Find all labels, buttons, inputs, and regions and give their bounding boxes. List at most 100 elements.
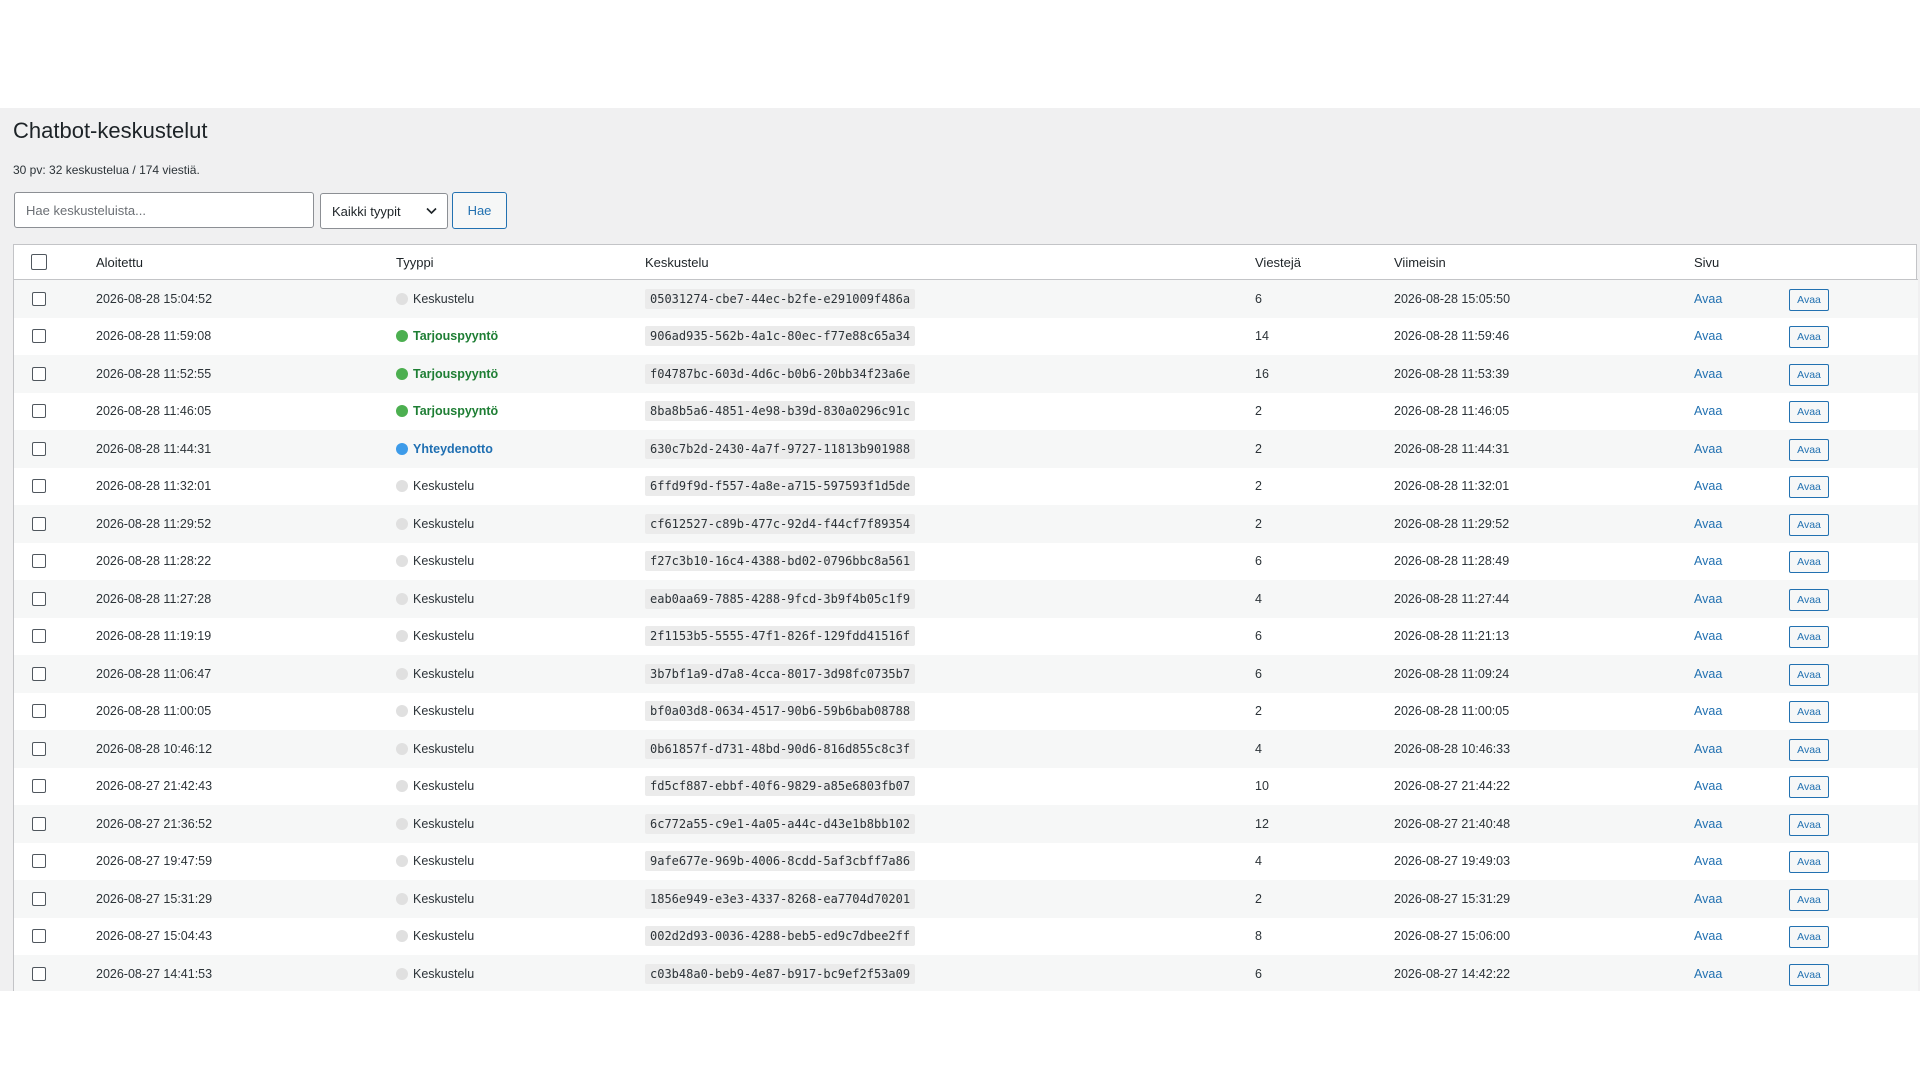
message-count-cell: 6 <box>1255 655 1394 693</box>
page-open-link[interactable]: Avaa <box>1694 592 1722 606</box>
page-open-link[interactable]: Avaa <box>1694 779 1722 793</box>
row-checkbox[interactable] <box>32 891 46 906</box>
message-count-cell: 2 <box>1255 392 1394 430</box>
open-conversation-button[interactable]: Avaa <box>1789 663 1829 686</box>
message-count-cell: 6 <box>1255 542 1394 580</box>
conversation-id: 906ad935-562b-4a1c-80ec-f77e88c65a34 <box>645 326 916 347</box>
open-conversation-button[interactable]: Avaa <box>1789 626 1829 649</box>
table-row: 2026-08-28 11:46:05 Tarjouspyyntö 8ba8b5a6… <box>14 392 1918 430</box>
row-checkbox[interactable] <box>32 366 46 381</box>
open-conversation-button[interactable]: Avaa <box>1789 888 1829 911</box>
table-row: 2026-08-28 11:06:47 Keskustelu 3b7bf1a9-d7… <box>14 655 1918 693</box>
table-row: 2026-08-28 11:19:19 Keskustelu 2f1153b5-55… <box>14 617 1918 655</box>
type-status-dot <box>396 967 408 980</box>
started-cell: 2026-08-28 11:46:05 <box>96 392 396 430</box>
started-cell: 2026-08-27 19:47:59 <box>96 842 396 880</box>
open-conversation-button[interactable]: Avaa <box>1789 776 1829 799</box>
column-header-type[interactable]: Tyyppi <box>396 245 645 280</box>
open-conversation-button[interactable]: Avaa <box>1789 926 1829 949</box>
row-checkbox[interactable] <box>32 854 46 869</box>
open-conversation-button[interactable]: Avaa <box>1789 288 1829 311</box>
column-header-latest[interactable]: Viimeisin <box>1394 245 1694 280</box>
message-count-cell: 14 <box>1255 317 1394 355</box>
open-conversation-button[interactable]: Avaa <box>1789 851 1829 874</box>
open-conversation-button[interactable]: Avaa <box>1789 963 1829 986</box>
column-header-page[interactable]: Sivu <box>1694 245 1789 280</box>
column-header-started[interactable]: Aloitettu <box>96 245 396 280</box>
latest-cell: 2026-08-27 15:31:29 <box>1394 880 1694 918</box>
conversation-id: bf0a03d8-0634-4517-90b6-59b6bab08788 <box>645 701 916 722</box>
page-open-link[interactable]: Avaa <box>1694 929 1722 943</box>
page-open-link[interactable]: Avaa <box>1694 892 1722 906</box>
page-open-link[interactable]: Avaa <box>1694 479 1722 493</box>
message-count-cell: 4 <box>1255 730 1394 768</box>
page-open-link[interactable]: Avaa <box>1694 442 1722 456</box>
page-open-link[interactable]: Avaa <box>1694 742 1722 756</box>
row-checkbox[interactable] <box>32 479 46 494</box>
latest-cell: 2026-08-28 11:46:05 <box>1394 392 1694 430</box>
open-conversation-button[interactable]: Avaa <box>1789 588 1829 611</box>
row-checkbox[interactable] <box>32 591 46 606</box>
open-conversation-button[interactable]: Avaa <box>1789 701 1829 724</box>
row-checkbox[interactable] <box>32 779 46 794</box>
message-count-cell: 2 <box>1255 505 1394 543</box>
row-checkbox[interactable] <box>32 966 46 981</box>
latest-cell: 2026-08-28 10:46:33 <box>1394 730 1694 768</box>
row-checkbox[interactable] <box>32 816 46 831</box>
open-conversation-button[interactable]: Avaa <box>1789 401 1829 424</box>
row-checkbox[interactable] <box>32 291 46 306</box>
type-label: Yhteydenotto <box>413 441 493 456</box>
conversation-id: cf612527-c89b-477c-92d4-f44cf7f89354 <box>645 513 916 534</box>
started-cell: 2026-08-28 11:28:22 <box>96 542 396 580</box>
page-open-link[interactable]: Avaa <box>1694 704 1722 718</box>
row-checkbox[interactable] <box>32 629 46 644</box>
page-open-link[interactable]: Avaa <box>1694 817 1722 831</box>
column-header-messages[interactable]: Viestejä <box>1255 245 1394 280</box>
row-checkbox[interactable] <box>32 329 46 344</box>
page-open-link[interactable]: Avaa <box>1694 517 1722 531</box>
row-checkbox[interactable] <box>32 554 46 569</box>
type-filter-select[interactable]: Kaikki tyypit <box>320 193 448 229</box>
page-open-link[interactable]: Avaa <box>1694 292 1722 306</box>
search-input[interactable] <box>14 192 314 228</box>
page-open-link[interactable]: Avaa <box>1694 367 1722 381</box>
type-label: Keskustelu <box>413 479 475 494</box>
message-count-cell: 8 <box>1255 917 1394 955</box>
column-header-conversation[interactable]: Keskustelu <box>645 245 1255 280</box>
row-checkbox[interactable] <box>32 516 46 531</box>
page-open-link[interactable]: Avaa <box>1694 967 1722 981</box>
page-open-link[interactable]: Avaa <box>1694 629 1722 643</box>
page-open-link[interactable]: Avaa <box>1694 667 1722 681</box>
type-label: Keskustelu <box>413 704 475 719</box>
row-checkbox[interactable] <box>32 404 46 419</box>
open-conversation-button[interactable]: Avaa <box>1789 513 1829 536</box>
message-count-cell: 6 <box>1255 955 1394 991</box>
started-cell: 2026-08-27 15:31:29 <box>96 880 396 918</box>
select-all-checkbox[interactable] <box>31 254 47 270</box>
latest-cell: 2026-08-28 15:05:50 <box>1394 279 1694 318</box>
type-status-dot <box>396 442 408 455</box>
row-checkbox[interactable] <box>32 741 46 756</box>
open-conversation-button[interactable]: Avaa <box>1789 738 1829 761</box>
type-status-dot <box>396 705 408 718</box>
open-conversation-button[interactable]: Avaa <box>1789 363 1829 386</box>
search-button[interactable]: Hae <box>452 192 507 229</box>
page-open-link[interactable]: Avaa <box>1694 554 1722 568</box>
open-conversation-button[interactable]: Avaa <box>1789 813 1829 836</box>
page-open-link[interactable]: Avaa <box>1694 854 1722 868</box>
chevron-down-icon <box>426 207 437 215</box>
row-checkbox[interactable] <box>32 704 46 719</box>
row-checkbox[interactable] <box>32 666 46 681</box>
row-checkbox[interactable] <box>32 441 46 456</box>
type-status-dot <box>396 742 408 755</box>
page-open-link[interactable]: Avaa <box>1694 329 1722 343</box>
started-cell: 2026-08-28 11:52:55 <box>96 355 396 393</box>
open-conversation-button[interactable]: Avaa <box>1789 551 1829 574</box>
page-open-link[interactable]: Avaa <box>1694 404 1722 418</box>
type-status-dot <box>396 630 408 643</box>
type-status-dot <box>396 592 408 605</box>
row-checkbox[interactable] <box>32 929 46 944</box>
open-conversation-button[interactable]: Avaa <box>1789 476 1829 499</box>
open-conversation-button[interactable]: Avaa <box>1789 326 1829 349</box>
open-conversation-button[interactable]: Avaa <box>1789 438 1829 461</box>
